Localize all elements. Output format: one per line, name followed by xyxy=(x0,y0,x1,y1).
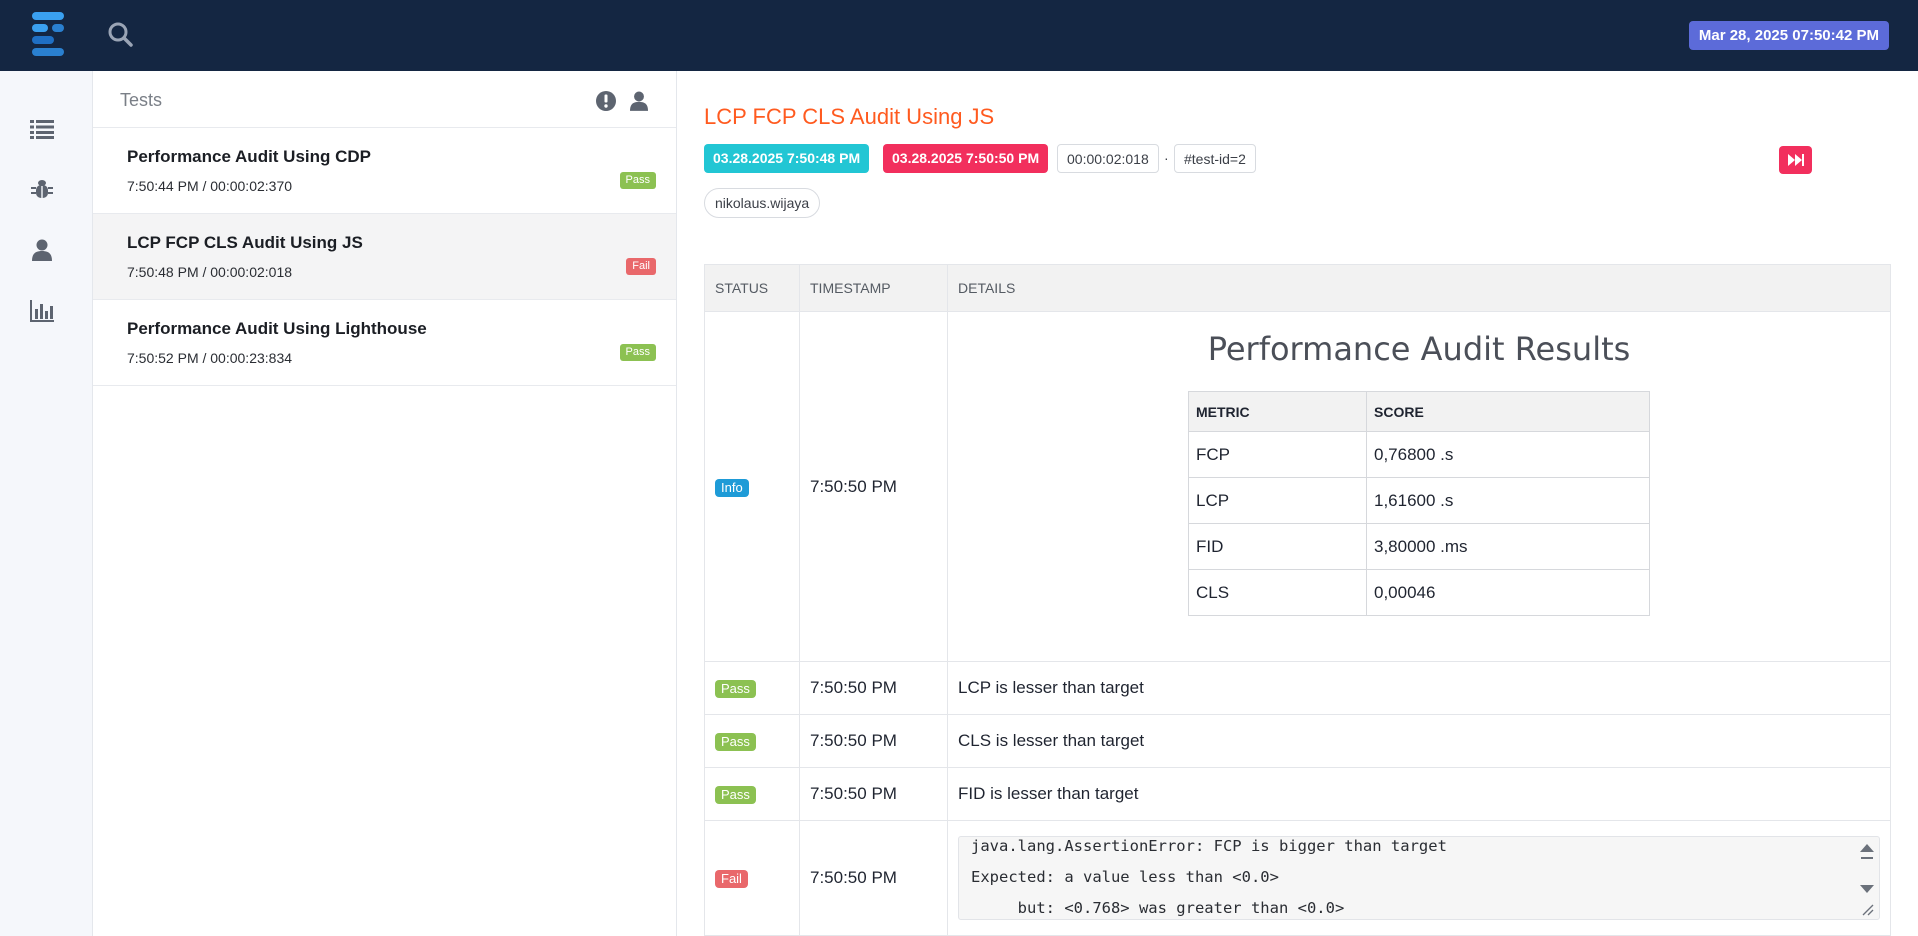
side-nav xyxy=(0,71,93,936)
log-row: Pass 7:50:50 PM FID is lesser than targe… xyxy=(704,767,1891,821)
start-time-badge: 03.28.2025 7:50:48 PM xyxy=(704,144,870,173)
column-header-timestamp: TIMESTAMP xyxy=(799,264,948,312)
metric-row: CLS 0,00046 xyxy=(1188,569,1650,616)
log-detail: FID is lesser than target xyxy=(947,767,1891,821)
end-time-badge: 03.28.2025 7:50:50 PM xyxy=(883,144,1049,173)
status-badge: Fail xyxy=(626,258,656,275)
test-list-title: Tests xyxy=(120,90,163,110)
score-header: SCORE xyxy=(1366,391,1650,432)
test-name: Performance Audit Using Lighthouse xyxy=(127,319,427,338)
metric-score: 0,00046 xyxy=(1366,569,1650,616)
metric-row: LCP 1,61600 .s xyxy=(1188,477,1650,524)
metric-score: 1,61600 .s xyxy=(1366,477,1650,524)
log-row: Pass 7:50:50 PM CLS is lesser than targe… xyxy=(704,714,1891,768)
log-timestamp: 7:50:50 PM xyxy=(799,767,948,821)
metric-score: 3,80000 .ms xyxy=(1366,523,1650,570)
log-timestamp: 7:50:50 PM xyxy=(799,714,948,768)
test-name: LCP FCP CLS Audit Using JS xyxy=(127,233,363,252)
log-timestamp: 7:50:50 PM xyxy=(799,661,948,715)
metric-name: LCP xyxy=(1188,477,1367,524)
log-table: STATUS TIMESTAMP DETAILS Info 7:50:50 PM… xyxy=(704,264,1891,936)
status-badge: Pass xyxy=(715,680,756,698)
duration-badge: 00:00:02:018 xyxy=(1057,144,1159,173)
test-detail-title: LCP FCP CLS Audit Using JS xyxy=(704,104,995,129)
metric-score: 0,76800 .s xyxy=(1366,431,1650,478)
test-list-header: Tests xyxy=(93,71,676,128)
list-icon[interactable] xyxy=(28,115,56,143)
test-meta: 7:50:52 PM / 00:00:23:834 xyxy=(127,350,293,366)
logo-icon[interactable] xyxy=(28,10,68,58)
user-icon[interactable] xyxy=(28,236,56,264)
test-meta: 7:50:48 PM / 00:00:02:018 xyxy=(127,264,293,280)
author-badge[interactable]: nikolaus.wijaya xyxy=(704,188,821,218)
separator-dot: · xyxy=(1164,150,1169,166)
log-timestamp: 7:50:50 PM xyxy=(799,311,948,662)
datetime-badge: Mar 28, 2025 07:50:42 PM xyxy=(1688,21,1889,50)
status-badge: Pass xyxy=(619,344,656,361)
status-badge: Pass xyxy=(715,786,756,804)
status-badge: Fail xyxy=(715,870,748,888)
metric-name: FID xyxy=(1188,523,1367,570)
test-list-item-active[interactable]: LCP FCP CLS Audit Using JS 7:50:48 PM / … xyxy=(93,214,676,300)
top-bar: Mar 28, 2025 07:50:42 PM xyxy=(0,0,1918,71)
status-badge: Pass xyxy=(619,172,656,189)
log-timestamp: 7:50:50 PM xyxy=(799,820,948,936)
fast-forward-icon xyxy=(1787,154,1804,166)
metric-header: METRIC xyxy=(1188,391,1367,432)
exclamation-circle-icon[interactable] xyxy=(595,90,617,112)
status-badge: Pass xyxy=(715,733,756,751)
metrics-table: METRIC SCORE FCP 0,76800 .s LCP 1,61600 … xyxy=(1188,391,1650,616)
user-filter-icon[interactable] xyxy=(630,90,652,112)
scroll-up-icon xyxy=(1860,844,1874,852)
column-header-status: STATUS xyxy=(704,264,800,312)
scrollbar[interactable] xyxy=(1859,841,1875,917)
audit-results-title: Performance Audit Results xyxy=(1207,330,1631,368)
test-list-item[interactable]: Performance Audit Using Lighthouse 7:50:… xyxy=(93,300,676,386)
log-row: Info 7:50:50 PM Performance Audit Result… xyxy=(704,311,1891,662)
log-detail: LCP is lesser than target xyxy=(947,661,1891,715)
metric-name: CLS xyxy=(1188,569,1367,616)
test-list-item[interactable]: Performance Audit Using CDP 7:50:44 PM /… xyxy=(93,128,676,214)
bug-icon[interactable] xyxy=(28,175,56,203)
test-detail-pane: LCP FCP CLS Audit Using JS 03.28.2025 7:… xyxy=(677,71,1918,936)
log-row: Pass 7:50:50 PM LCP is lesser than targe… xyxy=(704,661,1891,715)
column-header-details: DETAILS xyxy=(947,264,1891,312)
error-stacktrace-box[interactable]: java.lang.AssertionError: FCP is bigger … xyxy=(958,836,1880,920)
status-badge: Info xyxy=(715,478,749,497)
metric-row: FCP 0,76800 .s xyxy=(1188,431,1650,478)
test-meta: 7:50:44 PM / 00:00:02:370 xyxy=(127,178,293,194)
metric-row: FID 3,80000 .ms xyxy=(1188,523,1650,570)
log-row: Fail 7:50:50 PM java.lang.AssertionError… xyxy=(704,820,1891,936)
test-id-badge: #test-id=2 xyxy=(1174,144,1256,173)
log-detail: CLS is lesser than target xyxy=(947,714,1891,768)
scroll-down-icon xyxy=(1860,885,1874,893)
search-icon[interactable] xyxy=(106,20,136,50)
fast-forward-button[interactable] xyxy=(1779,146,1812,174)
error-stacktrace: java.lang.AssertionError: FCP is bigger … xyxy=(971,837,1447,917)
test-list-pane: Tests Performance Audit Using CDP 7:50:4… xyxy=(93,71,677,936)
metric-name: FCP xyxy=(1188,431,1367,478)
test-name: Performance Audit Using CDP xyxy=(127,147,372,166)
bar-chart-icon[interactable] xyxy=(28,297,56,325)
